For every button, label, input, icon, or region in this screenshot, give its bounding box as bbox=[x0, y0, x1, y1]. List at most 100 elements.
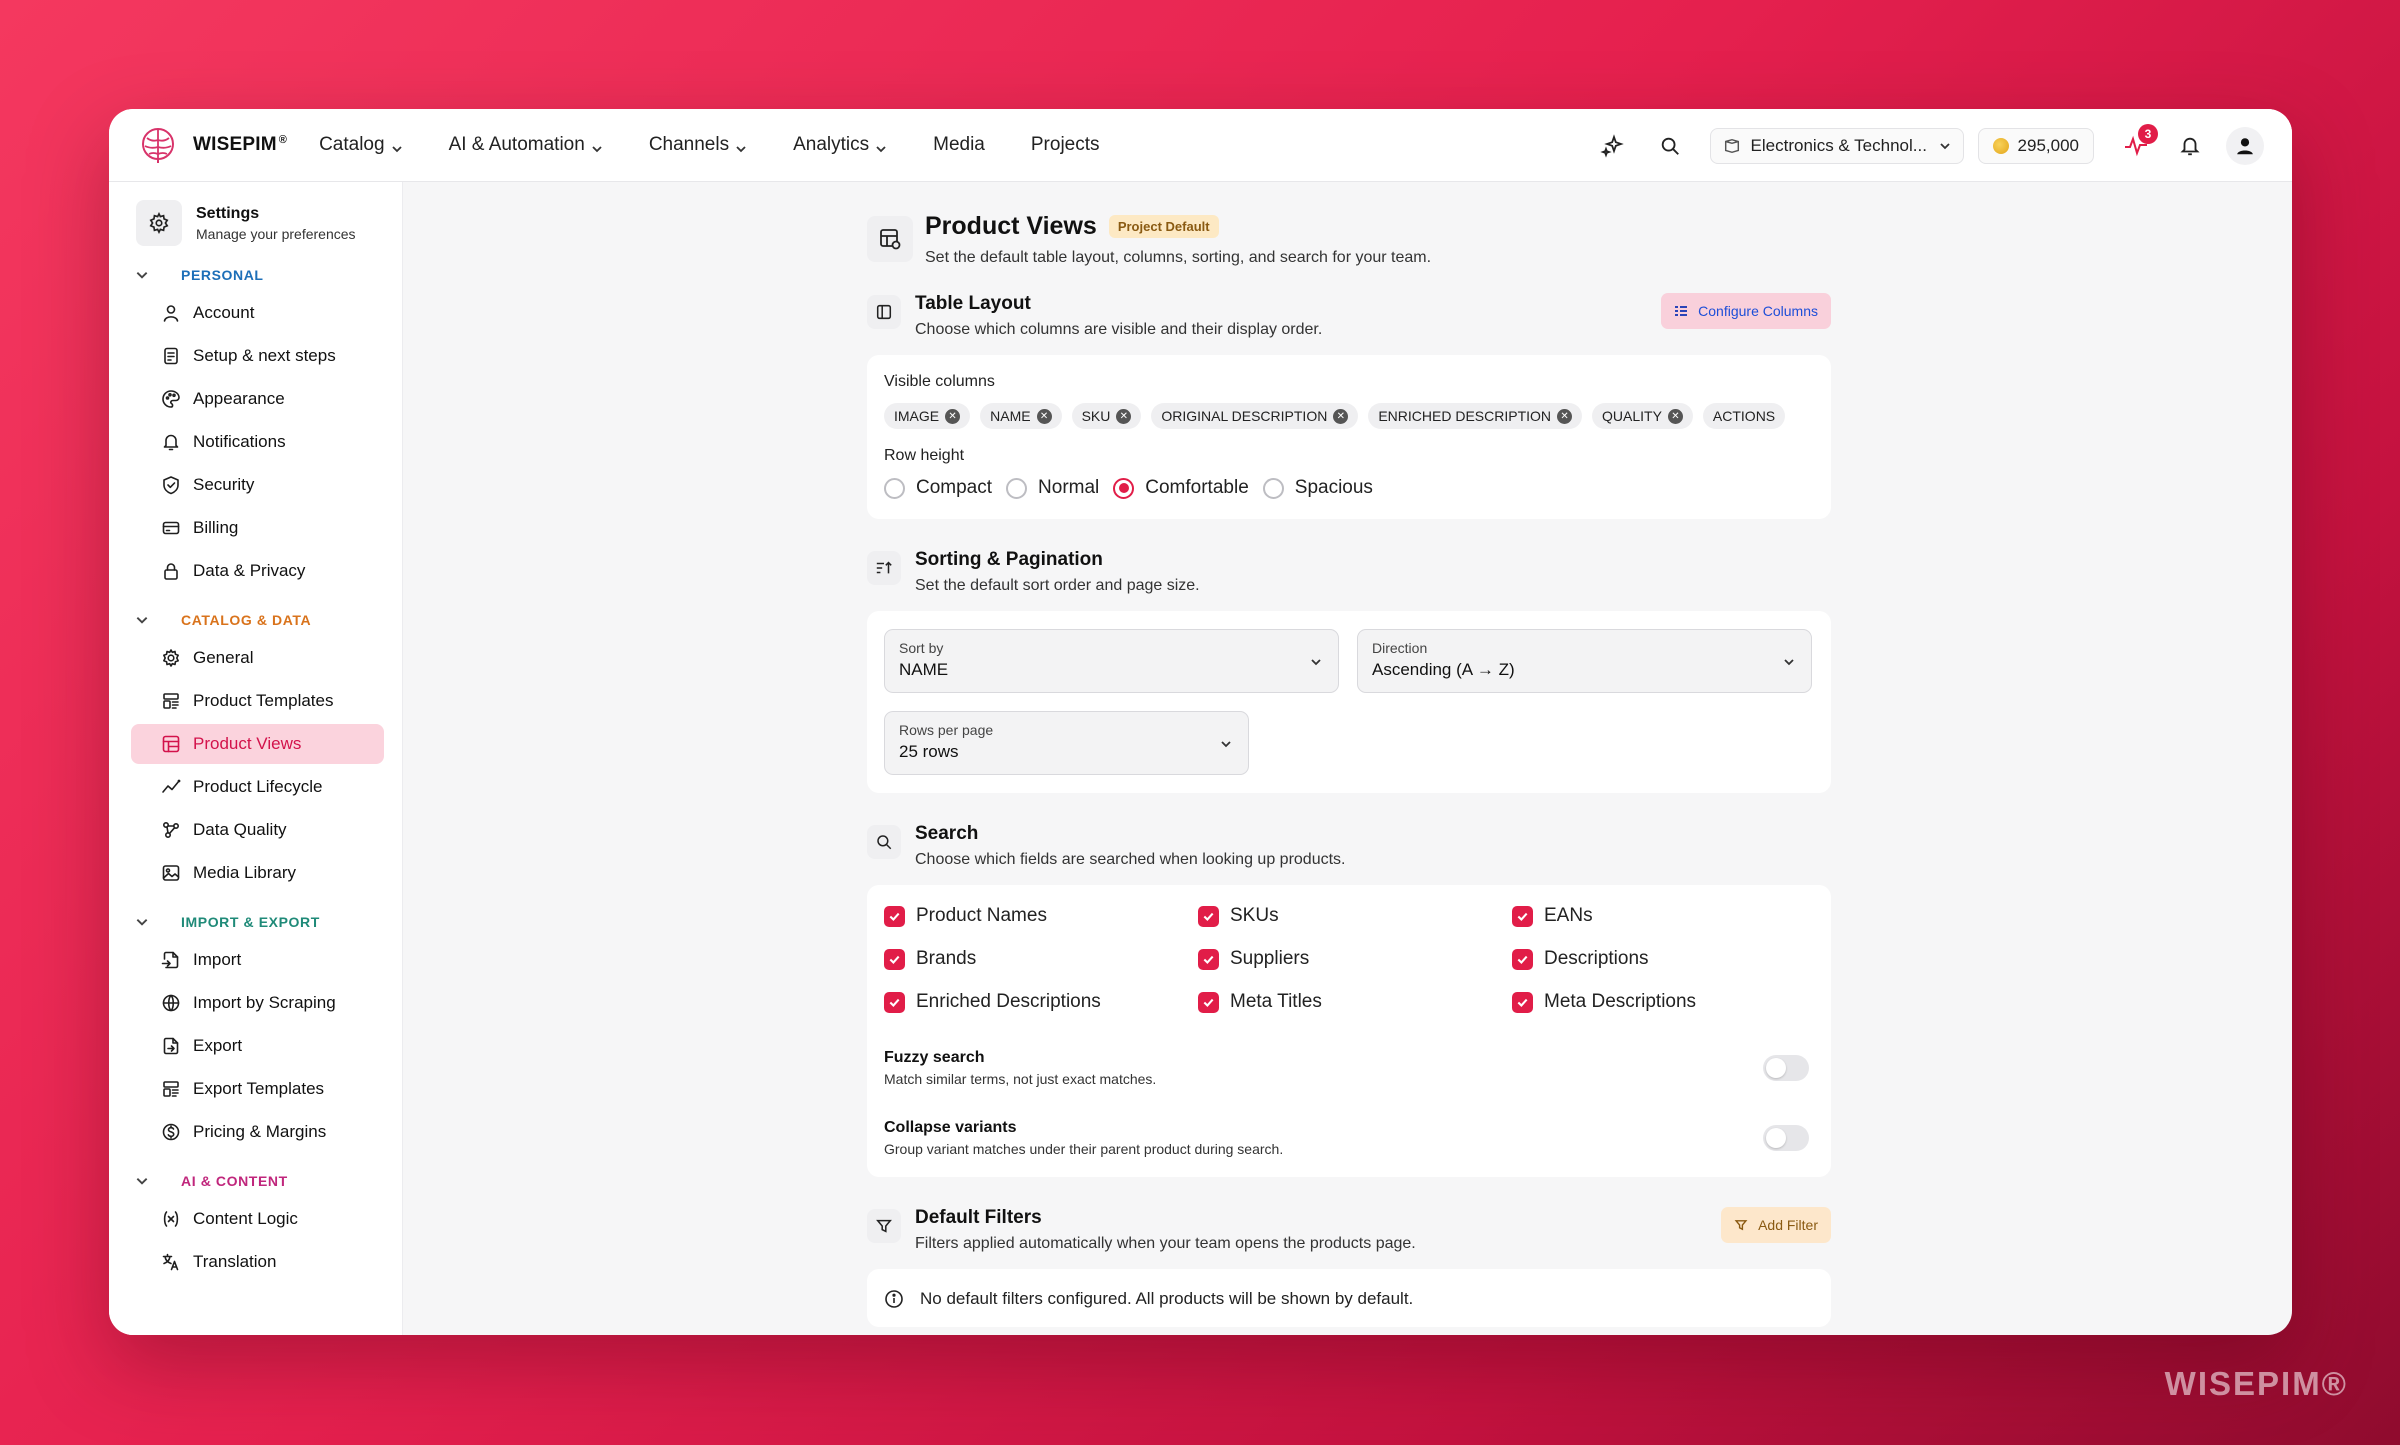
remove-column-icon[interactable]: ✕ bbox=[1557, 408, 1573, 424]
sidebar-item-export-templates[interactable]: Export Templates bbox=[131, 1069, 384, 1109]
sidebar-item-pricing-and-margins[interactable]: Pricing & Margins bbox=[131, 1112, 384, 1152]
column-chip-quality[interactable]: QUALITY ✕ bbox=[1592, 403, 1693, 429]
settings-gear-icon bbox=[136, 200, 182, 246]
rows-per-page-select[interactable]: Rows per page 25 rows bbox=[884, 711, 1249, 775]
nav-label: AI & Automation bbox=[448, 134, 585, 155]
main-panel: Product Views Project Default Set the de… bbox=[404, 182, 2292, 1335]
filters-subtitle: Filters applied automatically when your … bbox=[915, 1235, 1416, 1252]
direction-select[interactable]: Direction Ascending (A → Z) bbox=[1357, 629, 1812, 693]
nav-catalog[interactable]: Catalog bbox=[319, 134, 403, 156]
collapse-variants-toggle[interactable] bbox=[1763, 1125, 1809, 1151]
sidebar-item-appearance[interactable]: Appearance bbox=[131, 379, 384, 419]
checkbox-checked-icon bbox=[1198, 991, 1219, 1013]
sidebar-item-product-lifecycle[interactable]: Product Lifecycle bbox=[131, 767, 384, 807]
sidebar-item-product-views[interactable]: Product Views bbox=[131, 724, 384, 764]
credits-balance[interactable]: 295,000 bbox=[1977, 127, 2094, 164]
search-field-eans[interactable]: EANs bbox=[1512, 905, 1812, 927]
search-field-enriched-descriptions[interactable]: Enriched Descriptions bbox=[884, 991, 1198, 1013]
fuzzy-search-toggle[interactable] bbox=[1763, 1055, 1809, 1081]
remove-column-icon[interactable]: ✕ bbox=[1333, 408, 1349, 424]
sidebar-item-general[interactable]: General bbox=[131, 638, 384, 678]
sidebar-item-notifications[interactable]: Notifications bbox=[131, 422, 384, 462]
fuzzy-search-subtitle: Match similar terms, not just exact matc… bbox=[884, 1071, 1157, 1087]
search-button[interactable] bbox=[1650, 126, 1690, 166]
search-field-brands[interactable]: Brands bbox=[884, 948, 1198, 970]
sidebar-item-import-by-scraping[interactable]: Import by Scraping bbox=[131, 983, 384, 1023]
chevron-down-icon bbox=[591, 139, 603, 153]
sidebar-item-data-and-privacy[interactable]: Data & Privacy bbox=[131, 551, 384, 591]
sidebar-item-content-logic[interactable]: Content Logic bbox=[131, 1199, 384, 1239]
chevron-down-icon bbox=[135, 915, 149, 929]
column-chip-sku[interactable]: SKU ✕ bbox=[1071, 403, 1142, 429]
workspace-icon bbox=[1724, 138, 1739, 153]
table-layout-subtitle: Choose which columns are visible and the… bbox=[915, 321, 1323, 338]
add-filter-button[interactable]: Add Filter bbox=[1721, 1207, 1831, 1243]
sidebar-sections: PERSONAL Account Setup & next steps Appeara… bbox=[109, 260, 402, 1282]
export-templates-icon bbox=[161, 1079, 193, 1099]
filter-icon bbox=[867, 1209, 901, 1243]
settings-title: Settings bbox=[196, 204, 260, 222]
nav-analytics[interactable]: Analytics bbox=[793, 134, 887, 156]
radio-label: Normal bbox=[1038, 477, 1100, 498]
user-avatar[interactable] bbox=[2226, 126, 2264, 165]
column-chip-original-description[interactable]: ORIGINAL DESCRIPTION ✕ bbox=[1151, 403, 1359, 429]
workspace-selector[interactable]: Electronics & Technol... bbox=[1709, 127, 1964, 164]
page-title: Product Views bbox=[925, 212, 1097, 240]
column-chip-actions[interactable]: ACTIONS bbox=[1702, 403, 1786, 429]
sidebar-item-security[interactable]: Security bbox=[131, 465, 384, 505]
column-chip-image[interactable]: IMAGE ✕ bbox=[884, 403, 971, 429]
search-field-product-names[interactable]: Product Names bbox=[884, 905, 1198, 927]
product-templates-icon bbox=[161, 691, 193, 711]
remove-column-icon[interactable]: ✕ bbox=[1036, 408, 1052, 424]
sidebar-item-export[interactable]: Export bbox=[131, 1026, 384, 1066]
column-chip-label: ENRICHED DESCRIPTION bbox=[1378, 408, 1552, 424]
top-bar: WISEPIM ® Catalog AI & Automation Channels A… bbox=[109, 109, 2292, 182]
search-field-meta-descriptions[interactable]: Meta Descriptions bbox=[1512, 991, 1812, 1013]
remove-column-icon[interactable]: ✕ bbox=[945, 408, 961, 424]
nav-label: Channels bbox=[648, 134, 730, 155]
sidebar-item-media-library[interactable]: Media Library bbox=[131, 853, 384, 893]
section-personal[interactable]: PERSONAL bbox=[109, 260, 402, 290]
column-chip-enriched-description[interactable]: ENRICHED DESCRIPTION ✕ bbox=[1368, 403, 1583, 429]
ai-sparkle-button[interactable] bbox=[1592, 126, 1632, 166]
remove-column-icon[interactable]: ✕ bbox=[1667, 408, 1683, 424]
search-card: Product Names SKUs EANs Brands Suppliers Desc… bbox=[867, 885, 1831, 1177]
sidebar-item-setup-and-next-steps[interactable]: Setup & next steps bbox=[131, 336, 384, 376]
search-field-meta-titles[interactable]: Meta Titles bbox=[1198, 991, 1512, 1013]
chevron-down-icon bbox=[135, 1174, 149, 1188]
remove-column-icon[interactable]: ✕ bbox=[1116, 408, 1132, 424]
column-chip-label: ACTIONS bbox=[1712, 408, 1776, 424]
sidebar-item-account[interactable]: Account bbox=[131, 293, 384, 333]
search-field-descriptions[interactable]: Descriptions bbox=[1512, 948, 1812, 970]
sort-by-select[interactable]: Sort by NAME bbox=[884, 629, 1339, 693]
fuzzy-search-row: Fuzzy search Match similar terms, not ju… bbox=[884, 1049, 1814, 1087]
sparkle-icon bbox=[1599, 133, 1624, 158]
sidebar-item-product-templates[interactable]: Product Templates bbox=[131, 681, 384, 721]
row-height-normal[interactable]: Normal bbox=[1006, 477, 1099, 499]
row-height-spacious[interactable]: Spacious bbox=[1262, 477, 1373, 499]
chevron-down-icon bbox=[735, 139, 747, 153]
activity-button[interactable]: 3 bbox=[2116, 123, 2158, 166]
nav-media[interactable]: Media bbox=[933, 134, 985, 156]
nav-ai-and-automation[interactable]: AI & Automation bbox=[449, 134, 603, 156]
nav-projects[interactable]: Projects bbox=[1031, 134, 1100, 156]
notifications-button[interactable] bbox=[2170, 126, 2210, 166]
column-chip-name[interactable]: NAME ✕ bbox=[980, 403, 1062, 429]
configure-columns-button[interactable]: Configure Columns bbox=[1661, 293, 1831, 329]
row-height-comfortable[interactable]: Comfortable bbox=[1113, 477, 1249, 499]
nav-channels[interactable]: Channels bbox=[649, 134, 747, 156]
section-import-and-export[interactable]: IMPORT & EXPORT bbox=[109, 907, 402, 937]
section-catalog-and-data[interactable]: CATALOG & DATA bbox=[109, 605, 402, 635]
sidebar-item-data-quality[interactable]: Data Quality bbox=[131, 810, 384, 850]
sidebar-item-import[interactable]: Import bbox=[131, 940, 384, 980]
collapse-variants-title: Collapse variants bbox=[884, 1119, 1017, 1136]
checkbox-checked-icon bbox=[884, 948, 905, 970]
section-ai-and-content[interactable]: AI & CONTENT bbox=[109, 1166, 402, 1196]
search-field-suppliers[interactable]: Suppliers bbox=[1198, 948, 1512, 970]
brand[interactable]: WISEPIM ® bbox=[137, 124, 287, 166]
search-field-skus[interactable]: SKUs bbox=[1198, 905, 1512, 927]
sidebar-item-billing[interactable]: Billing bbox=[131, 508, 384, 548]
radio-unchecked-icon bbox=[1262, 477, 1284, 499]
row-height-compact[interactable]: Compact bbox=[884, 477, 992, 499]
sidebar-item-translation[interactable]: Translation bbox=[131, 1242, 384, 1282]
